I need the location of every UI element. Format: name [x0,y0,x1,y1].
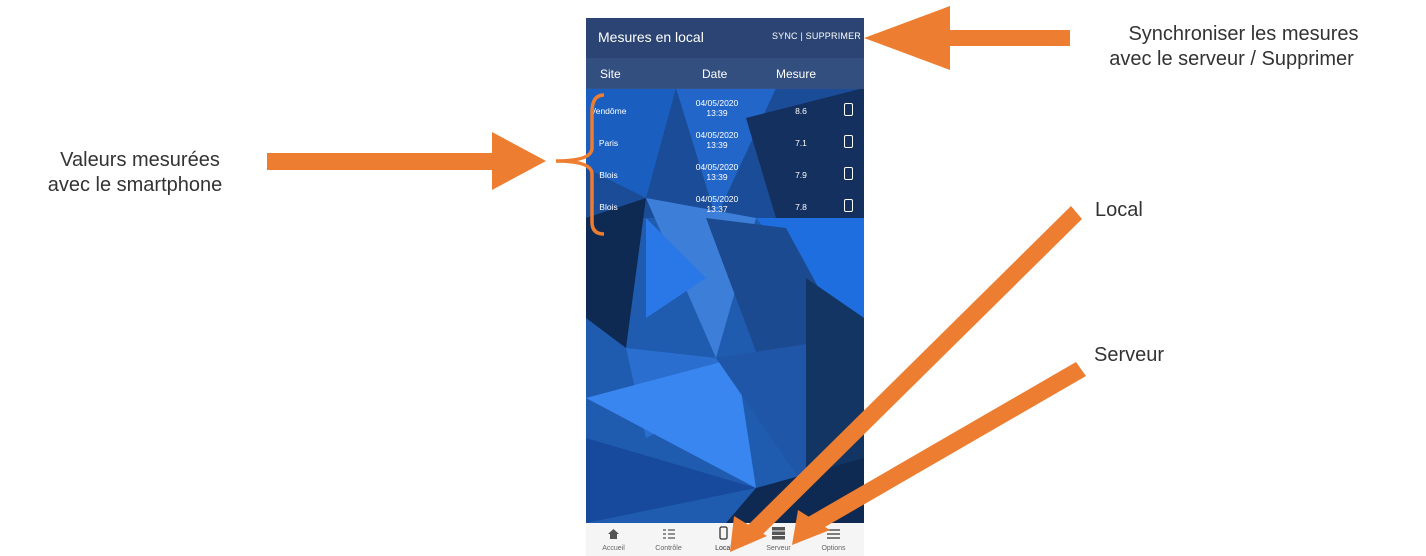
arrow-sync-shaft [950,30,1070,46]
arrow-values-shaft [267,153,492,170]
arrow-sync-head [864,6,950,70]
annotation-arrows [267,6,1086,552]
values-bracket [555,93,605,236]
arrow-values-head [492,132,546,190]
annotation-server: Serveur [1094,344,1165,366]
annotation-local: Local [1095,199,1143,221]
annotation-sync: Synchroniser les mesures avec le serveur… [1109,23,1359,70]
annotation-values: Valeurs mesurées avec le smartphone [47,149,223,196]
arrow-local-shaft [747,206,1082,539]
